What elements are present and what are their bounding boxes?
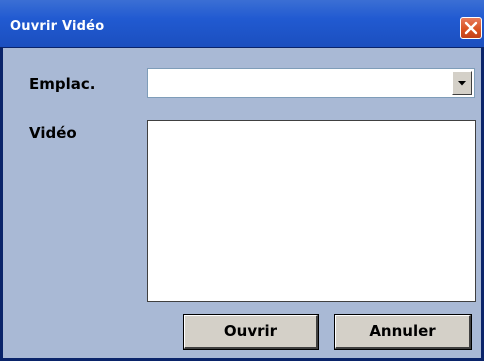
cancel-button[interactable]: Annuler bbox=[334, 314, 472, 350]
close-button[interactable] bbox=[460, 17, 482, 39]
location-dropdown-button[interactable] bbox=[452, 71, 472, 95]
close-icon bbox=[464, 21, 478, 35]
video-label: Vidéo bbox=[29, 124, 77, 142]
location-dropdown[interactable] bbox=[147, 68, 475, 98]
open-video-dialog: Ouvrir Vidéo Emplac. Vidéo Ouvrir Annule… bbox=[0, 0, 484, 361]
video-list[interactable] bbox=[147, 120, 476, 302]
title-bar[interactable]: Ouvrir Vidéo bbox=[0, 0, 484, 48]
open-button[interactable]: Ouvrir bbox=[183, 314, 319, 350]
location-label: Emplac. bbox=[29, 75, 96, 93]
window-title: Ouvrir Vidéo bbox=[10, 19, 105, 34]
chevron-down-icon bbox=[458, 81, 466, 86]
